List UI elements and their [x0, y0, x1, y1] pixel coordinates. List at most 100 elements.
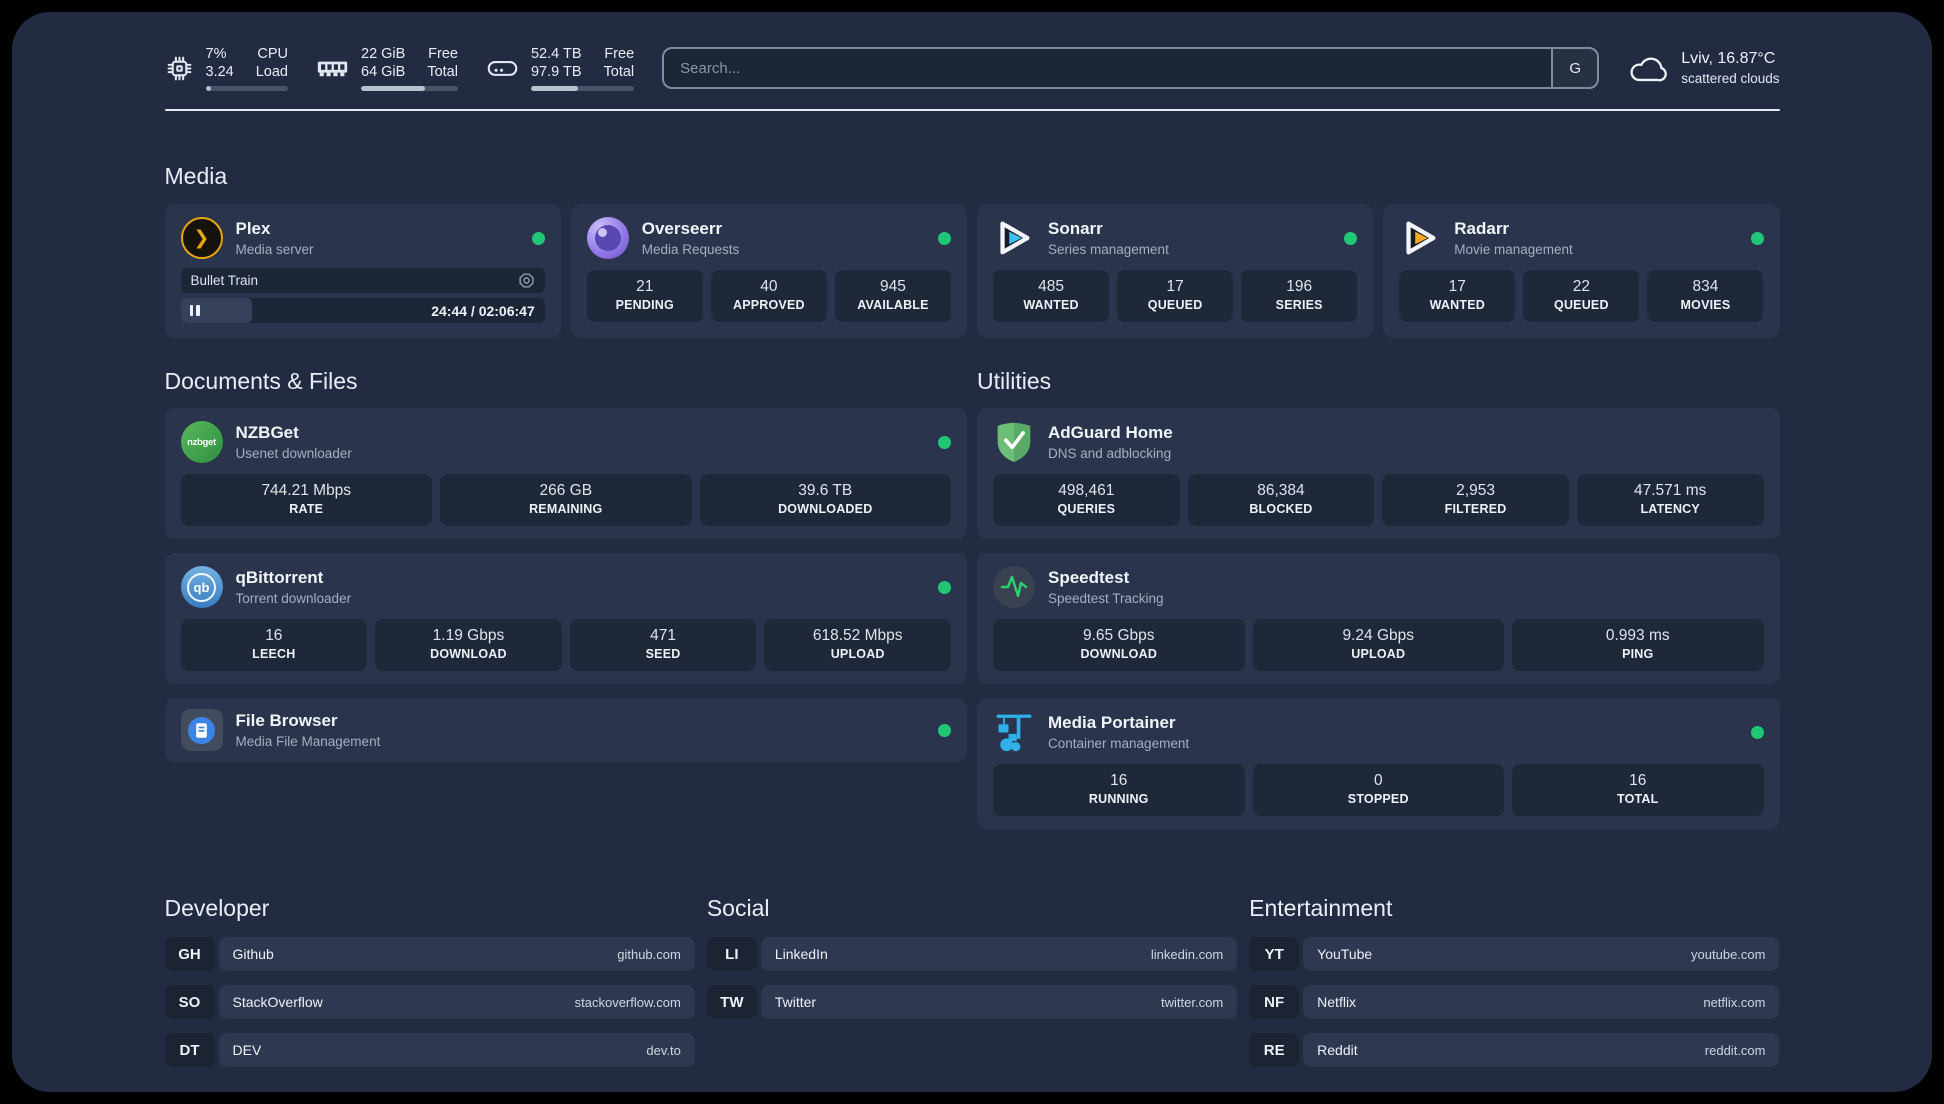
- stat-latency: 47.571 ms LATENCY: [1576, 474, 1764, 526]
- disk-progress-fill: [530, 86, 579, 91]
- stream-settings-icon[interactable]: [518, 272, 535, 289]
- app-subtitle: Usenet downloader: [235, 445, 352, 461]
- speedtest-icon: [993, 566, 1035, 608]
- stat-movies: 834 MOVIES: [1647, 270, 1764, 322]
- bookmark-url: dev.to: [646, 1042, 681, 1058]
- bookmark-abbr: LI: [706, 937, 757, 971]
- cpu-widget: 7% 3.24 CPU Load: [165, 45, 288, 91]
- bookmark-name: DEV: [232, 1042, 262, 1058]
- app-card-portainer[interactable]: Media Portainer Container management 16 R…: [977, 698, 1780, 829]
- bookmark-abbr: DT: [164, 1033, 215, 1067]
- app-card-sonarr[interactable]: Sonarr Series management 485 WANTED 17 QUE…: [977, 204, 1374, 338]
- bookmark-twitter[interactable]: TW Twitter twitter.com: [706, 985, 1238, 1019]
- app-card-overseerr[interactable]: Overseerr Media Requests 21 PENDING 40 APP…: [570, 204, 967, 338]
- playback-time: 24:44 / 02:06:47: [431, 302, 535, 319]
- pause-icon[interactable]: [189, 305, 200, 316]
- status-dot: [938, 723, 951, 737]
- stat-queued: 22 QUEUED: [1523, 270, 1640, 322]
- ram-icon: [316, 55, 349, 81]
- status-dot: [531, 231, 545, 245]
- app-card-speedtest[interactable]: Speedtest Speedtest Tracking 9.65 Gbps DO…: [977, 553, 1780, 684]
- bookmark-linkedin[interactable]: LI LinkedIn linkedin.com: [706, 937, 1238, 971]
- now-playing-row: Bullet Train: [180, 268, 545, 293]
- stat-filtered: 2,953 FILTERED: [1382, 474, 1569, 526]
- app-subtitle: Movie management: [1454, 241, 1573, 257]
- disk-free-value: 52.4 TB: [530, 46, 582, 62]
- adguard-icon: [993, 421, 1035, 463]
- cpu-usage-value: 7%: [205, 46, 227, 62]
- stat-ping: 0.993 ms PING: [1512, 619, 1764, 671]
- now-playing-title: Bullet Train: [190, 273, 259, 288]
- sonarr-icon: [993, 217, 1035, 259]
- bookmark-stackoverflow[interactable]: SO StackOverflow stackoverflow.com: [164, 985, 695, 1019]
- app-card-nzbget[interactable]: nzbget NZBGet Usenet downloader 744.21 M…: [164, 408, 967, 539]
- bookmark-url: github.com: [617, 946, 681, 962]
- ram-total-value: 64 GiB: [361, 64, 406, 80]
- status-dot: [1750, 231, 1764, 245]
- cloud-icon: [1627, 52, 1669, 85]
- ram-progress-bar: [361, 86, 458, 91]
- dashboard-panel: 7% 3.24 CPU Load 22 GiB 64 GiB Free Tota…: [12, 12, 1932, 1092]
- stat-total: 16 TOTAL: [1512, 764, 1764, 816]
- stat-stopped: 0 STOPPED: [1252, 764, 1504, 816]
- app-title: Plex: [235, 218, 271, 238]
- bookmark-dev[interactable]: DT DEV dev.to: [164, 1033, 695, 1067]
- stat-blocked: 86,384 BLOCKED: [1187, 474, 1375, 526]
- app-subtitle: Series management: [1048, 241, 1169, 257]
- filebrowser-icon: [180, 709, 223, 751]
- disk-widget: 52.4 TB 97.9 TB Free Total: [486, 45, 635, 91]
- nzbget-icon: nzbget: [180, 421, 223, 463]
- top-bar: 7% 3.24 CPU Load 22 GiB 64 GiB Free Tota…: [165, 42, 1780, 94]
- ram-free-value: 22 GiB: [361, 46, 406, 62]
- section-title-developer: Developer: [164, 895, 270, 921]
- search-engine-button[interactable]: G: [1551, 49, 1598, 87]
- plex-icon: [180, 217, 223, 259]
- app-subtitle: Media File Management: [235, 733, 381, 749]
- playback-progress-fill: [180, 298, 252, 323]
- bookmark-name: StackOverflow: [232, 994, 323, 1010]
- stat-upload: 618.52 Mbps UPLOAD: [764, 619, 951, 671]
- app-card-plex[interactable]: Plex Media server Bullet Train: [164, 204, 561, 338]
- app-title: qBittorrent: [235, 567, 324, 587]
- bookmark-name: Twitter: [774, 994, 817, 1010]
- stat-available: 945 AVAILABLE: [834, 270, 951, 322]
- stat-download: 1.19 Gbps DOWNLOAD: [375, 619, 562, 671]
- weather-condition: scattered clouds: [1681, 71, 1780, 86]
- system-stats-group: 7% 3.24 CPU Load 22 GiB 64 GiB Free Tota…: [165, 45, 635, 91]
- status-dot: [1750, 725, 1764, 739]
- bookmark-url: twitter.com: [1161, 994, 1224, 1010]
- disk-free-label: Free: [604, 46, 635, 62]
- bookmark-abbr: SO: [164, 985, 215, 1019]
- app-title: Sonarr: [1048, 218, 1103, 238]
- search-bar: G: [662, 47, 1600, 89]
- app-card-radarr[interactable]: Radarr Movie management 17 WANTED 22 QUEUE…: [1383, 204, 1780, 338]
- stat-queued: 17 QUEUED: [1117, 270, 1234, 322]
- stat-rate: 744.21 Mbps RATE: [180, 474, 432, 526]
- stat-queries: 498,461 QUERIES: [993, 474, 1180, 526]
- header-divider: [164, 109, 1780, 111]
- qbittorrent-icon: qb: [180, 566, 223, 608]
- bookmark-youtube[interactable]: YT YouTube youtube.com: [1249, 937, 1780, 971]
- stat-running: 16 RUNNING: [993, 764, 1245, 816]
- app-card-qbittorrent[interactable]: qb qBittorrent Torrent downloader 16 LEEC…: [164, 553, 967, 684]
- cpu-load-value: 3.24: [205, 64, 234, 80]
- stat-series: 196 SERIES: [1241, 270, 1358, 322]
- app-card-filebrowser[interactable]: File Browser Media File Management: [164, 698, 967, 762]
- app-card-adguard[interactable]: AdGuard Home DNS and adblocking 498,461 Q…: [977, 408, 1780, 539]
- app-title: Radarr: [1454, 218, 1510, 238]
- bookmark-name: LinkedIn: [774, 946, 828, 962]
- search-input[interactable]: [664, 49, 1552, 87]
- disk-total-value: 97.9 TB: [530, 64, 582, 80]
- bookmark-github[interactable]: GH Github github.com: [164, 937, 695, 971]
- cpu-progress-bar: [205, 86, 288, 91]
- bookmark-netflix[interactable]: NF Netflix netflix.com: [1249, 985, 1780, 1019]
- app-subtitle: Speedtest Tracking: [1048, 590, 1164, 606]
- disk-icon: [486, 55, 519, 81]
- bookmark-url: linkedin.com: [1150, 946, 1224, 962]
- bookmark-name: Netflix: [1317, 994, 1357, 1010]
- disk-progress-bar: [530, 86, 635, 91]
- bookmark-reddit[interactable]: RE Reddit reddit.com: [1249, 1033, 1780, 1067]
- stat-wanted: 17 WANTED: [1399, 270, 1516, 322]
- ram-total-label: Total: [427, 64, 458, 80]
- app-subtitle: Container management: [1048, 735, 1190, 751]
